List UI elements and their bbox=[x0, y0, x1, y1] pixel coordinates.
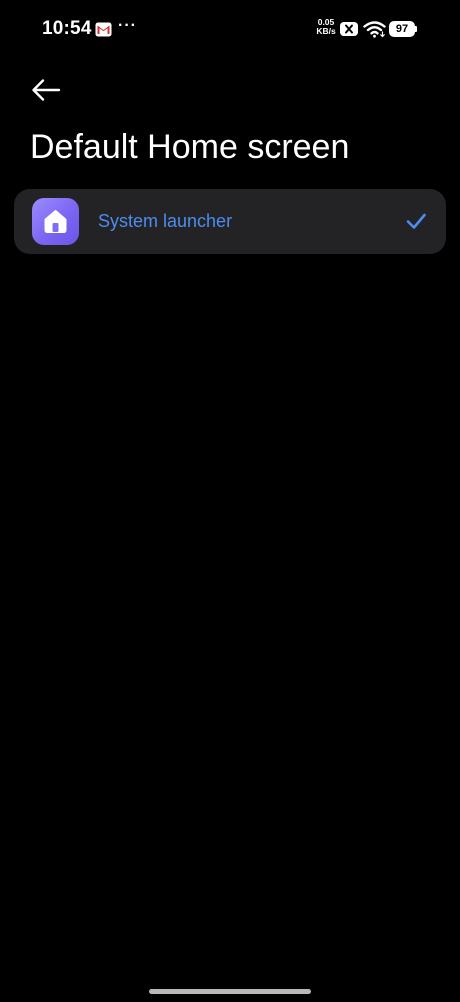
status-bar: 10:54 ··· 0.05 KB/s 97 bbox=[0, 0, 460, 60]
system-launcher-app-icon bbox=[32, 198, 79, 245]
status-time: 10:54 bbox=[42, 18, 92, 39]
home-icon bbox=[44, 210, 67, 233]
page-title: Default Home screen bbox=[30, 128, 350, 166]
check-icon bbox=[406, 213, 426, 229]
gmail-icon bbox=[95, 22, 112, 37]
x-badge-icon bbox=[340, 22, 358, 36]
network-speed: 0.05 KB/s bbox=[312, 18, 340, 36]
network-speed-unit: KB/s bbox=[316, 26, 336, 36]
launcher-option-system-launcher[interactable]: System launcher bbox=[14, 189, 446, 254]
home-indicator[interactable] bbox=[149, 989, 311, 994]
back-button[interactable] bbox=[26, 72, 66, 108]
battery-indicator: 97 bbox=[389, 21, 415, 37]
more-notifications-icon: ··· bbox=[118, 17, 137, 34]
wifi-icon bbox=[363, 21, 386, 38]
battery-tip bbox=[415, 26, 417, 32]
arrow-left-icon bbox=[32, 79, 61, 101]
option-label: System launcher bbox=[98, 211, 233, 231]
